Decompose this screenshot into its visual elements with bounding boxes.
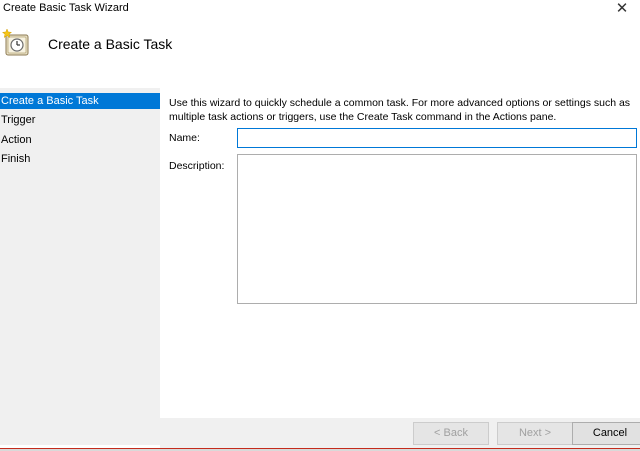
window-title: Create Basic Task Wizard (3, 2, 129, 14)
close-icon[interactable]: ✕ (610, 0, 634, 20)
nav-step-trigger[interactable]: Trigger (0, 112, 160, 128)
title-bar: Create Basic Task Wizard ✕ (0, 0, 640, 20)
name-label: Name: (169, 132, 200, 144)
page-title: Create a Basic Task (48, 36, 173, 52)
description-label: Description: (169, 160, 225, 172)
bottom-accent-line (0, 448, 640, 449)
back-button[interactable]: < Back (413, 422, 489, 445)
wizard-content: Use this wizard to quickly schedule a co… (160, 88, 640, 418)
wizard-footer: < Back Next > Cancel (160, 418, 640, 448)
nav-step-create-basic-task[interactable]: Create a Basic Task (0, 93, 160, 109)
wizard-steps-nav: Create a Basic Task Trigger Action Finis… (0, 88, 160, 445)
name-field[interactable] (237, 128, 637, 148)
wizard-window: Create Basic Task Wizard ✕ Create a Basi… (0, 0, 640, 451)
nav-step-finish[interactable]: Finish (0, 151, 160, 167)
next-button[interactable]: Next > (497, 422, 573, 445)
cancel-button[interactable]: Cancel (572, 422, 640, 445)
nav-step-action[interactable]: Action (0, 132, 160, 148)
wizard-header: Create a Basic Task (0, 20, 640, 88)
description-field[interactable] (237, 154, 637, 304)
intro-text: Use this wizard to quickly schedule a co… (169, 97, 631, 123)
task-scheduler-clock-icon (1, 27, 32, 57)
